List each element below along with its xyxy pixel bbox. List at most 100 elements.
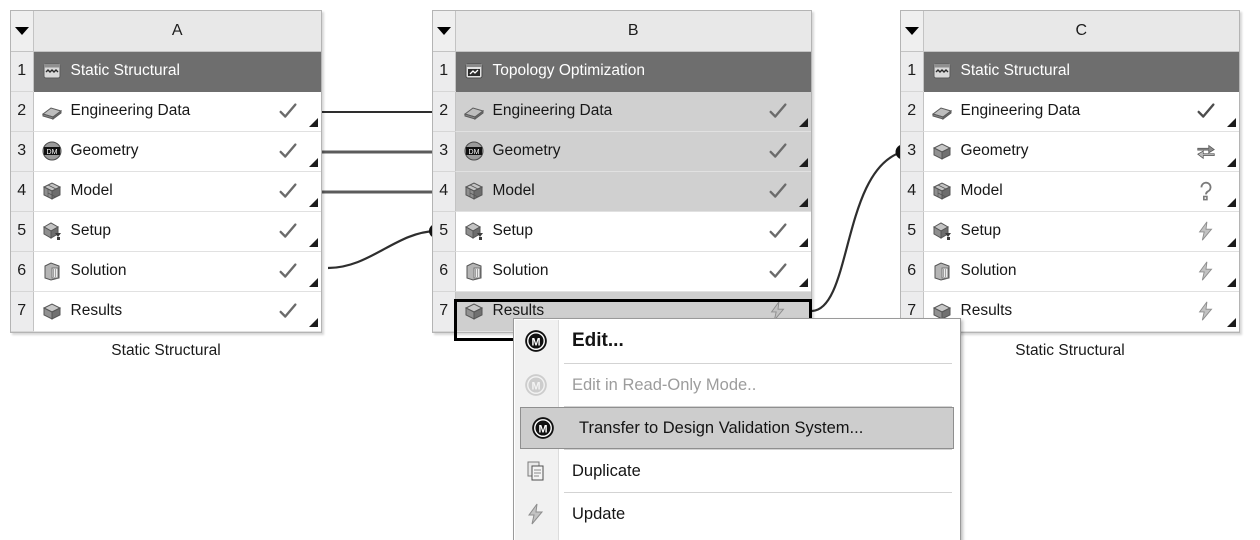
table-row[interactable]: 1 Static Structural (901, 51, 1239, 92)
link-a6-b5[interactable] (327, 224, 443, 270)
lightning-icon (514, 502, 558, 526)
expand-corner-handle[interactable] (305, 172, 321, 210)
table-row[interactable]: 3 DM Geometry (433, 131, 811, 172)
menu-item-duplicate[interactable]: Duplicate (514, 450, 960, 492)
row-number: 3 (901, 131, 924, 172)
table-row[interactable]: 4 Model (433, 171, 811, 212)
row-number: 6 (433, 251, 456, 292)
table-row[interactable]: 6 Solution (901, 251, 1239, 292)
expand-corner-handle[interactable] (305, 132, 321, 170)
topology-optimization-icon (462, 59, 486, 83)
table-row[interactable]: 6 Solution (11, 251, 321, 292)
menu-item-edit[interactable]: M Edit... (514, 319, 960, 363)
analysis-system-b[interactable]: B 1 Topology Optimization 2 Engineering … (432, 10, 812, 341)
status-check-icon (271, 220, 305, 242)
duplicate-icon (514, 459, 558, 483)
system-c-collapse-toggle[interactable] (901, 11, 924, 52)
cell-engineering-data[interactable]: Engineering Data (923, 91, 1239, 132)
table-row[interactable]: 2 Engineering Data (901, 91, 1239, 132)
cell-results[interactable]: Results (923, 291, 1239, 332)
cell-label: Setup (70, 222, 112, 239)
expand-corner-handle[interactable] (795, 92, 811, 130)
solution-icon (462, 259, 486, 283)
table-row[interactable]: 5 Setup (433, 211, 811, 252)
expand-corner-handle[interactable] (1223, 252, 1239, 290)
system-b-column-label: B (455, 11, 811, 52)
table-row[interactable]: 4 Model (11, 171, 321, 212)
cell-solution[interactable]: Solution (923, 251, 1239, 292)
expand-corner-handle[interactable] (1223, 92, 1239, 130)
expand-corner-handle[interactable] (795, 132, 811, 170)
table-row[interactable]: 2 Engineering Data (11, 91, 321, 132)
chevron-down-icon[interactable] (436, 26, 451, 35)
expand-corner-handle[interactable] (1223, 292, 1239, 330)
cell-label: Topology Optimization (492, 62, 646, 79)
cell-engineering-data[interactable]: Engineering Data (455, 91, 811, 132)
system-b-collapse-toggle[interactable] (433, 11, 456, 52)
menu-item-transfer-to-design-validation-system[interactable]: M Transfer to Design Validation System..… (520, 407, 954, 449)
row-number: 4 (11, 171, 34, 212)
expand-corner-handle[interactable] (795, 212, 811, 250)
table-row[interactable]: 5 Setup (901, 211, 1239, 252)
link-a3-b3[interactable] (322, 145, 447, 159)
expand-corner-handle[interactable] (305, 212, 321, 250)
link-b7-c3[interactable] (811, 144, 911, 313)
table-row[interactable]: 1 Topology Optimization (433, 51, 811, 92)
table-row[interactable]: 7 Results (11, 291, 321, 332)
expand-corner-handle[interactable] (305, 292, 321, 330)
context-menu[interactable]: M Edit... M Edit in Read-Only Mode.. M T… (513, 318, 961, 540)
cell-results[interactable]: Results (33, 291, 321, 332)
cell-geometry[interactable]: Geometry (923, 131, 1239, 172)
menu-item-update[interactable]: Update (514, 493, 960, 535)
cell-label: Setup (960, 222, 1002, 239)
system-b-header-row: B (433, 11, 811, 52)
cell-model[interactable]: Model (923, 171, 1239, 212)
cell-engineering-data[interactable]: Engineering Data (33, 91, 321, 132)
chevron-down-icon[interactable] (904, 26, 919, 35)
cell-setup[interactable]: Setup (923, 211, 1239, 252)
expand-corner-handle[interactable] (795, 172, 811, 210)
expand-corner-handle[interactable] (1223, 212, 1239, 250)
row-number: 3 (11, 131, 34, 172)
table-row[interactable]: 3 DM Geometry (11, 131, 321, 172)
cell-setup[interactable]: Setup (455, 211, 811, 252)
cell-static-structural[interactable]: Static Structural (923, 51, 1239, 92)
link-a2-b2[interactable] (322, 106, 446, 118)
cell-topology-optimization[interactable]: Topology Optimization (455, 51, 811, 92)
cell-model[interactable]: Model (455, 171, 811, 212)
status-check-icon (761, 100, 795, 122)
expand-corner-handle[interactable] (1223, 132, 1239, 170)
cell-model[interactable]: Model (33, 171, 321, 212)
table-row[interactable]: 3 Geometry (901, 131, 1239, 172)
cell-solution[interactable]: Solution (455, 251, 811, 292)
expand-corner-handle[interactable] (795, 252, 811, 290)
table-row[interactable]: 2 Engineering Data (433, 91, 811, 132)
cell-geometry[interactable]: DM Geometry (33, 131, 321, 172)
analysis-system-c[interactable]: C 1 Static Structural 2 Engineering Data… (900, 10, 1240, 333)
menu-item-label: Duplicate (572, 461, 641, 480)
status-check-icon (271, 300, 305, 322)
expand-corner-handle[interactable] (305, 252, 321, 290)
cell-static-structural[interactable]: Static Structural (33, 51, 321, 92)
table-row[interactable]: 6 Solution (433, 251, 811, 292)
analysis-system-a[interactable]: A 1 Static Structural 2 Engineering Data… (10, 10, 322, 333)
table-row[interactable]: 4 Model (901, 171, 1239, 212)
cell-label: Model (70, 182, 113, 199)
engineering-data-icon (462, 99, 486, 123)
cell-label: Model (960, 182, 1003, 199)
table-row[interactable]: 1 Static Structural (11, 51, 321, 92)
cell-setup[interactable]: Setup (33, 211, 321, 252)
cell-solution[interactable]: Solution (33, 251, 321, 292)
system-a-collapse-toggle[interactable] (11, 11, 34, 52)
svg-text:M: M (531, 380, 540, 392)
cell-geometry[interactable]: DM Geometry (455, 131, 811, 172)
cell-label: Solution (70, 262, 127, 279)
table-row[interactable]: 5 Setup (11, 211, 321, 252)
link-a4-b4[interactable] (322, 185, 446, 198)
expand-corner-handle[interactable] (305, 92, 321, 130)
expand-corner-handle[interactable] (1223, 172, 1239, 210)
results-icon (40, 299, 64, 323)
chevron-down-icon[interactable] (14, 26, 29, 35)
status-check-icon (271, 100, 305, 122)
designmodeler-icon: DM (40, 139, 64, 163)
